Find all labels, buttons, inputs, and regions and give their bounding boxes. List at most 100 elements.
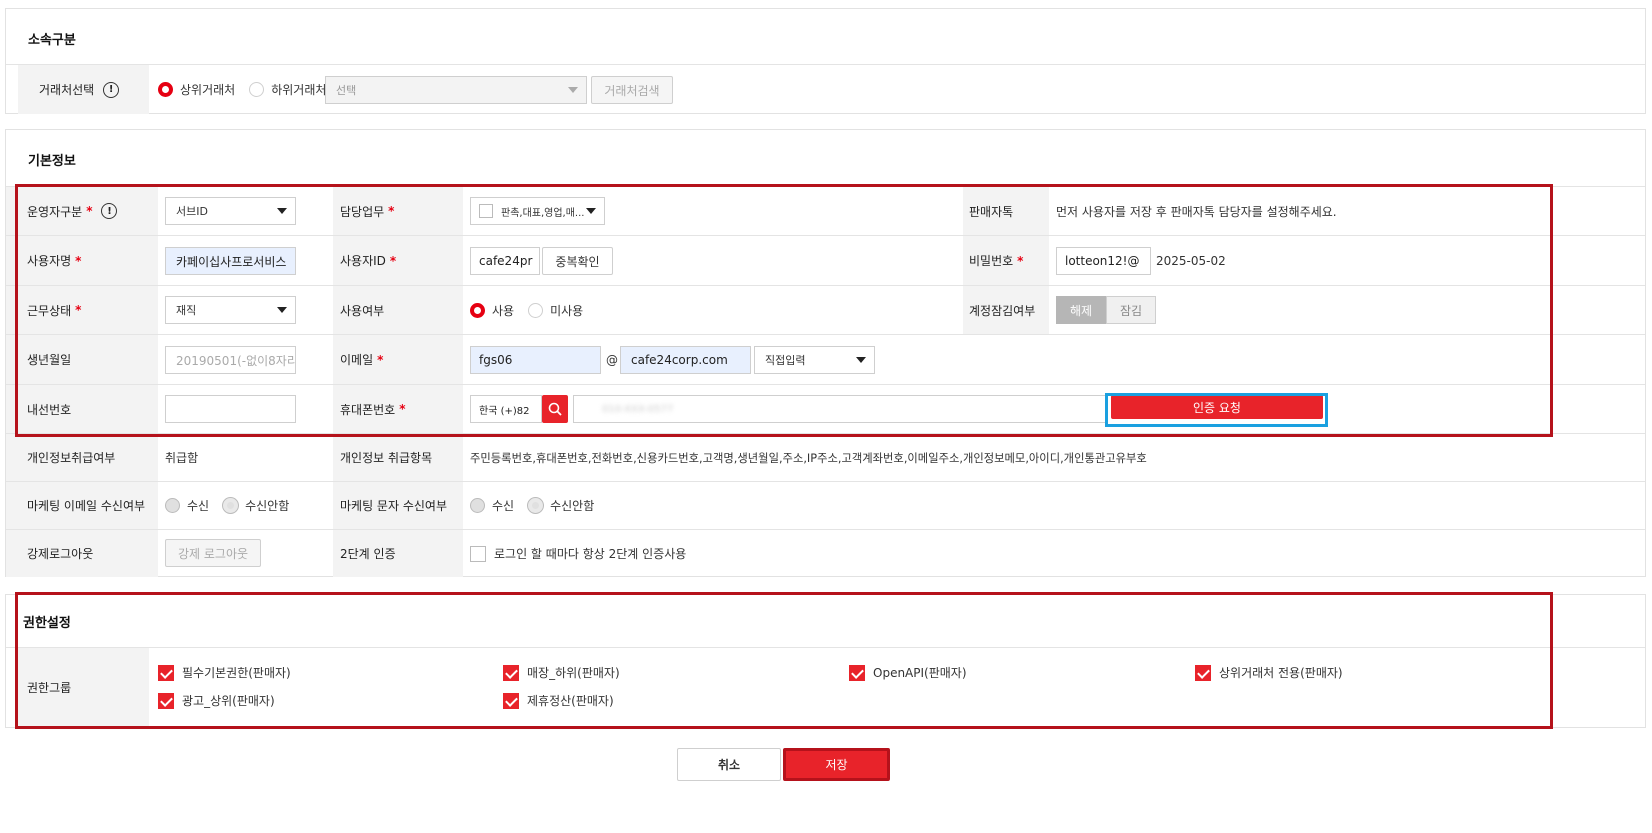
duplicate-check-button[interactable]: 중복확인 — [542, 247, 613, 275]
password-date: 2025-05-02 — [1156, 253, 1226, 268]
row-extension-mobile: 내선번호 휴대폰번호 * 한국 (+)82 010-XXX-0577 인증 요청 — [6, 384, 1645, 433]
radio-disabled-selected-icon — [528, 498, 544, 513]
cancel-button[interactable]: 취소 — [677, 748, 781, 781]
vendor-select-row: 거래처선택 ! 상위거래처 하위거래처 선택 거래처검색 — [6, 64, 1645, 114]
work-status-select[interactable]: 재직 — [165, 296, 296, 324]
checkbox-checked-icon — [158, 664, 174, 681]
seller-talk-value: 먼저 사용자를 저장 후 판매자톡 담당자를 설정해주세요. — [1056, 204, 1337, 219]
extension-input[interactable] — [165, 395, 296, 423]
radio-empty-icon — [528, 302, 544, 318]
checkbox-icon — [470, 545, 486, 562]
vendor-dropdown-value: 선택 — [336, 84, 357, 97]
upper-vendor-label: 상위거래처 — [180, 83, 236, 97]
checkbox-checked-icon — [503, 664, 519, 681]
user-name-input[interactable]: 카페이십사프로서비스 — [165, 247, 296, 275]
lower-vendor-label: 하위거래처 — [271, 83, 327, 97]
radio-selected-icon — [158, 82, 173, 97]
upper-vendor-radio[interactable]: 상위거래처 — [158, 81, 235, 98]
seller-talk-label: 판매자톡 — [963, 187, 1049, 235]
usage-label: 사용여부 — [333, 286, 463, 334]
chevron-down-icon — [586, 208, 596, 214]
marketing-email-yes-radio[interactable]: 수신 — [165, 497, 209, 514]
vendor-select-label-cell: 거래처선택 ! — [18, 65, 149, 114]
lower-vendor-radio[interactable]: 하위거래처 — [249, 81, 326, 98]
privacy-handle-value: 취급함 — [165, 451, 199, 465]
row-work-status: 근무상태 * 재직 사용여부 사용 미사용 계정잠김여부 해제 잠김 — [6, 285, 1645, 334]
marketing-sms-yes-radio[interactable]: 수신 — [470, 497, 514, 514]
marketing-email-no-radio[interactable]: 수신안함 — [223, 497, 289, 514]
save-button[interactable]: 저장 — [783, 748, 890, 781]
account-lock-label: 계정잠김여부 — [963, 286, 1049, 334]
checkbox-icon — [479, 204, 493, 218]
permission-item-3[interactable]: OpenAPI(판매자) — [849, 664, 967, 681]
usage-unused-radio[interactable]: 미사용 — [528, 302, 583, 319]
permission-section: 권한설정 권한그룹 필수기본권한(판매자) 매장_하위(판매자) OpenAPI… — [5, 594, 1646, 728]
privacy-handle-label: 개인정보취급여부 — [6, 434, 158, 481]
row-birth-email: 생년월일 20190501(-없이8자리) 이메일 * fgs06 @ cafe2… — [6, 334, 1645, 384]
lock-button[interactable]: 잠김 — [1106, 296, 1156, 324]
usage-use-radio[interactable]: 사용 — [470, 302, 514, 319]
user-name-label: 사용자명 * — [6, 236, 158, 285]
marketing-email-radios: 수신 수신안함 — [165, 482, 303, 529]
radio-disabled-selected-icon — [223, 498, 239, 513]
info-icon[interactable]: ! — [101, 203, 118, 219]
country-search-button[interactable] — [542, 395, 568, 423]
basic-info-title: 기본정보 — [28, 154, 76, 169]
marketing-sms-label: 마케팅 문자 수신여부 — [333, 482, 463, 529]
vendor-search-button[interactable]: 거래처검색 — [591, 76, 673, 104]
vendor-select-label: 거래처선택 — [39, 83, 95, 97]
row-logout-2fa: 강제로그아웃 강제 로그아웃 2단계 인증 로그인 할 때마다 항상 2단계 인… — [6, 529, 1645, 577]
mobile-country-select[interactable]: 한국 (+)82 — [470, 395, 542, 423]
password-input[interactable]: lotteon12!@ — [1056, 247, 1151, 275]
operator-type-select[interactable]: 서브ID — [165, 197, 296, 225]
force-logout-button[interactable]: 강제 로그아웃 — [165, 539, 261, 567]
mobile-number-input[interactable]: 010-XXX-0577 — [573, 395, 1108, 423]
vendor-dropdown[interactable]: 선택 — [325, 76, 587, 104]
checkbox-checked-icon — [849, 664, 865, 681]
account-lock-toggle: 해제 잠김 — [1056, 296, 1156, 324]
usage-radios: 사용 미사용 — [470, 286, 597, 334]
radio-disabled-icon — [470, 498, 485, 513]
marketing-sms-no-radio[interactable]: 수신안함 — [528, 497, 594, 514]
radio-empty-icon — [249, 82, 265, 97]
force-logout-label: 강제로그아웃 — [6, 530, 158, 577]
user-id-input[interactable]: cafe24pr — [470, 247, 540, 275]
checkbox-checked-icon — [158, 692, 174, 709]
row-operator: 운영자구분 *! 서브ID 담당업무 * 판촉,대표,영업,매... 판매자톡 먼저… — [6, 186, 1645, 235]
permission-title: 권한설정 — [23, 616, 71, 631]
affiliation-section: 소속구분 거래처선택 ! 상위거래처 하위거래처 선택 거래처검색 — [5, 8, 1646, 114]
permission-item-4[interactable]: 상위거래처 전용(판매자) — [1195, 664, 1343, 681]
info-icon[interactable]: ! — [103, 81, 120, 98]
duty-select[interactable]: 판촉,대표,영업,매... — [470, 197, 605, 225]
release-button[interactable]: 해제 — [1056, 296, 1106, 324]
email-domain-select[interactable]: 직접입력 — [754, 346, 875, 374]
chevron-down-icon — [277, 307, 287, 313]
permission-group-row: 권한그룹 — [6, 647, 1645, 727]
radio-disabled-icon — [165, 498, 180, 513]
row-username: 사용자명 * 카페이십사프로서비스 사용자ID * cafe24pr 중복확인 비밀… — [6, 235, 1645, 285]
checkbox-checked-icon — [1195, 664, 1211, 681]
password-label: 비밀번호 * — [963, 236, 1049, 285]
auth-request-button[interactable]: 인증 요청 — [1111, 395, 1323, 419]
permission-item-2[interactable]: 매장_하위(판매자) — [503, 664, 620, 681]
permission-item-6[interactable]: 제휴정산(판매자) — [503, 692, 614, 709]
email-domain-input[interactable]: cafe24corp.com — [620, 346, 751, 374]
extension-label: 내선번호 — [6, 385, 158, 433]
two-factor-option[interactable]: 로그인 할 때마다 항상 2단계 인증사용 — [470, 530, 686, 577]
marketing-email-label: 마케팅 이메일 수신여부 — [6, 482, 158, 529]
chevron-down-icon — [568, 87, 578, 93]
duty-label: 담당업무 * — [333, 187, 463, 235]
email-at-sign: @ — [606, 352, 618, 367]
marketing-sms-radios: 수신 수신안함 — [470, 482, 608, 529]
mobile-label: 휴대폰번호 * — [333, 385, 463, 433]
checkbox-checked-icon — [503, 692, 519, 709]
birth-input[interactable]: 20190501(-없이8자리) — [165, 346, 296, 374]
affiliation-title: 소속구분 — [28, 33, 76, 48]
chevron-down-icon — [277, 208, 287, 214]
chevron-down-icon — [856, 357, 866, 363]
permission-item-5[interactable]: 광고_상위(판매자) — [158, 692, 275, 709]
privacy-items-label: 개인정보 취급항목 — [333, 434, 463, 481]
birth-label: 생년월일 — [6, 335, 158, 384]
email-local-input[interactable]: fgs06 — [470, 346, 601, 374]
permission-item-1[interactable]: 필수기본권한(판매자) — [158, 664, 291, 681]
